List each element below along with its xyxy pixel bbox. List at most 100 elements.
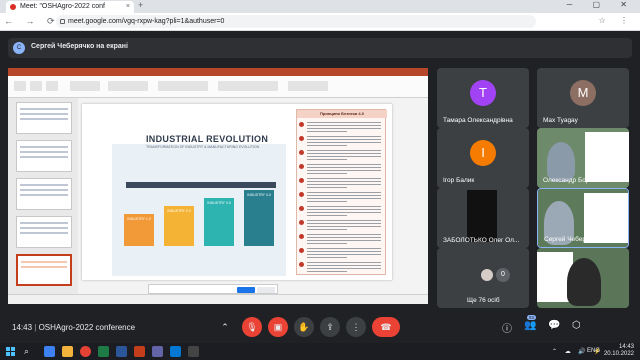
taskbar-clock[interactable]: ENG 14:43 20.10.2022	[587, 344, 634, 358]
principle-text-line	[307, 268, 381, 270]
word-icon[interactable]	[116, 346, 127, 357]
principle-text-line	[307, 156, 381, 158]
end-call-icon[interactable]: ☎	[372, 317, 400, 337]
principle-text-line	[307, 139, 381, 141]
powerpoint-icon[interactable]	[134, 346, 145, 357]
principle-text-line	[307, 195, 381, 197]
url-text: meet.google.com/vgq-rxpw-kag?pli=1&authu…	[68, 18, 225, 25]
principle-bullet	[299, 220, 304, 225]
navigation-buttons[interactable]: ← → ⟳	[4, 16, 60, 27]
url-field[interactable]: meet.google.com/vgq-rxpw-kag?pli=1&authu…	[56, 15, 536, 28]
present-screen-icon[interactable]: ⇪	[320, 317, 340, 337]
sharing-stop-button[interactable]	[237, 287, 255, 293]
ribbon-button	[288, 81, 328, 91]
chrome-icon[interactable]	[80, 346, 91, 357]
principle-text-line	[307, 254, 381, 256]
industry-step-3: INDUSTRY 3.0	[204, 198, 234, 246]
principle-text-line	[307, 198, 381, 200]
principle-text-line	[307, 226, 381, 228]
more-options-icon[interactable]: ⋮	[346, 317, 366, 337]
participant-name: Max Tyagay	[543, 117, 578, 124]
participant-tile[interactable]: Т Тамара Олександрівна	[437, 68, 529, 128]
shared-screen[interactable]: INDUSTRY 1.0 INDUSTRY 2.0 INDUSTRY 3.0 I…	[8, 68, 428, 304]
self-view-tile[interactable]	[537, 248, 629, 308]
camera-off-icon[interactable]: ▣	[268, 317, 288, 337]
more-participants-tile[interactable]: 0 Ще 76 осіб	[437, 248, 529, 308]
ribbon-button	[14, 81, 26, 91]
sharing-hide-button[interactable]	[257, 287, 275, 293]
ppt-status-bar	[8, 294, 428, 304]
slide-thumbnail	[16, 102, 72, 134]
meeting-info-icon[interactable]: ⓘ	[502, 320, 512, 335]
more-participants-label: Ще 76 осіб	[467, 297, 500, 304]
meeting-time: 14:43	[12, 323, 33, 332]
principle-text-line	[307, 223, 381, 225]
principle-text-line	[307, 125, 381, 127]
participant-person	[547, 142, 575, 182]
participant-name: Сергей Чеберячко	[544, 236, 600, 243]
taskbar-app-icon[interactable]	[44, 346, 55, 357]
browser-menu-icons[interactable]: ☆ ⋮	[599, 16, 634, 25]
lock-icon	[60, 19, 65, 24]
folder-icon[interactable]	[62, 346, 73, 357]
more-participants-count: 0	[496, 268, 510, 282]
participant-tile-video[interactable]: Олександр Боровик	[537, 128, 629, 188]
principle-text-line	[307, 262, 381, 264]
principle-text-line	[307, 181, 381, 183]
ribbon-button	[30, 81, 42, 91]
participant-tile[interactable]: ЗАБОЛОТЬКО Олег Ол...	[437, 188, 529, 248]
tab-close-icon[interactable]: ×	[126, 1, 130, 13]
meeting-time-title: 14:43 | OSHAgro-2022 conference	[12, 323, 136, 332]
edge-icon[interactable]	[170, 346, 181, 357]
language-indicator[interactable]: ENG	[587, 348, 600, 355]
people-icon[interactable]: 👥	[524, 320, 536, 331]
participant-tile[interactable]: І Ігор Балик	[437, 128, 529, 188]
ribbon-button	[70, 81, 100, 91]
teams-icon[interactable]	[152, 346, 163, 357]
ribbon-button	[218, 81, 278, 91]
industrial-revolution-graphic: INDUSTRY 1.0 INDUSTRY 2.0 INDUSTRY 3.0 I…	[112, 144, 286, 276]
browser-tab[interactable]: Meet: "OSHAgro-2022 conf ×	[6, 1, 134, 13]
principle-bullet	[299, 164, 304, 169]
slide-subtitle: TRANSFORMATION OF INDUSTRY & MANUFACTURI…	[146, 145, 260, 149]
chat-icon[interactable]: 💬	[548, 320, 560, 331]
principle-text-line	[307, 170, 381, 172]
participant-tile[interactable]: M Max Tyagay	[537, 68, 629, 128]
people-count-badge: 83	[527, 315, 537, 320]
slide-thumbnails	[8, 98, 78, 294]
principle-bullet	[299, 122, 304, 127]
principle-text-line	[307, 136, 381, 138]
principle-text-line	[307, 128, 381, 130]
mic-off-icon[interactable]: 🎙	[242, 317, 262, 337]
participant-person	[567, 258, 601, 306]
participant-tile-video[interactable]: Сергей Чеберячко	[537, 188, 629, 248]
slide-thumbnail-active	[16, 254, 72, 286]
industry-step-1: INDUSTRY 1.0	[124, 214, 154, 246]
excel-icon[interactable]	[98, 346, 109, 357]
principle-text-line	[307, 150, 381, 152]
principle-bullet	[299, 262, 304, 267]
ribbon-button	[108, 81, 148, 91]
slide-canvas: INDUSTRY 1.0 INDUSTRY 2.0 INDUSTRY 3.0 I…	[82, 104, 392, 280]
new-tab-button[interactable]: +	[138, 0, 143, 10]
principle-bullet	[299, 248, 304, 253]
conference-banner	[585, 132, 629, 182]
windows-start-icon[interactable]	[6, 347, 15, 356]
window-controls[interactable]: ─ ▢ ✕	[567, 0, 636, 9]
principle-bullet	[299, 136, 304, 141]
principle-text-line	[307, 229, 347, 231]
taskbar-date: 20.10.2022	[603, 351, 634, 357]
ribbon-button	[158, 81, 208, 91]
factory-silhouette	[126, 182, 276, 188]
taskbar-time: 14:43	[618, 344, 634, 350]
sharing-notice	[148, 284, 278, 294]
principle-bullet	[299, 234, 304, 239]
principle-text-line	[307, 187, 347, 189]
more-menu-icon[interactable]: ⌃	[218, 317, 232, 337]
raise-hand-icon[interactable]: ✋	[294, 317, 314, 337]
principle-text-line	[307, 248, 381, 250]
taskbar-search-icon[interactable]: ⌕	[24, 346, 29, 357]
taskbar-app-icon[interactable]	[188, 346, 199, 357]
meeting-name: OSHAgro-2022 conference	[38, 323, 136, 332]
activities-icon[interactable]: ⬡	[572, 320, 581, 331]
